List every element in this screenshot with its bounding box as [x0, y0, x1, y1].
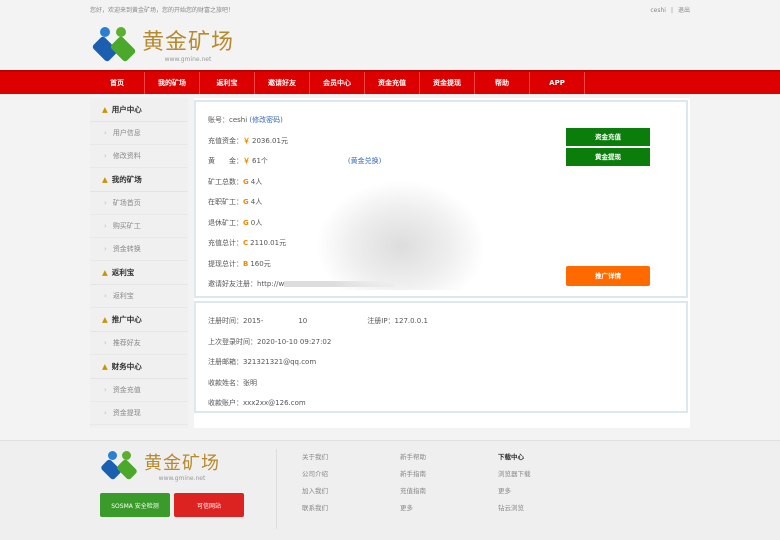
sidebar-item[interactable]: 资金转换 [90, 238, 188, 261]
security-badge[interactable]: SOSMA 安全检测 [100, 493, 170, 517]
footer-link[interactable]: 联系我们 [302, 502, 328, 519]
nav-invite[interactable]: 邀请好友 [255, 72, 310, 94]
promo-details-button[interactable]: 推广详情 [566, 266, 650, 286]
footer-link[interactable]: 公司介绍 [302, 468, 328, 485]
footer-link[interactable]: 浏览器下载 [498, 468, 531, 485]
logo-icon [91, 25, 138, 63]
sidebar-item[interactable]: 修改资料 [90, 145, 188, 168]
email: 321321321@qq.com [243, 358, 317, 366]
nav-home[interactable]: 首页 [90, 72, 145, 94]
main-nav: 首页 我的矿场 返利宝 邀请好友 会员中心 资金充值 资金提现 帮助 APP [0, 70, 780, 94]
logout-link[interactable]: 退出 [678, 7, 690, 14]
bell-icon: ▲ [102, 315, 108, 324]
bell-icon: ▲ [102, 268, 108, 277]
payee-name: 张明 [243, 378, 257, 387]
bell-icon: ▲ [102, 175, 108, 184]
nav-my-mine[interactable]: 我的矿场 [145, 72, 200, 94]
sidebar-item[interactable]: 返利宝 [90, 285, 188, 308]
footer-link[interactable]: 新手帮助 [400, 451, 426, 468]
sidebar-item[interactable]: 推荐好友 [90, 332, 188, 355]
nav-withdraw[interactable]: 资金提现 [420, 72, 475, 94]
footer-link[interactable]: 加入我们 [302, 485, 328, 502]
sidebar: ▲用户中心 用户信息 修改资料 ▲我的矿场 矿场首页 购买矿工 资金转换 ▲返利… [90, 98, 188, 428]
sidebar-section-mine: ▲ 我的矿场 [90, 168, 188, 192]
trusted-site-badge[interactable]: 可信网站 [174, 493, 244, 517]
sidebar-section-user: ▲ 用户中心 [90, 98, 188, 122]
bell-icon: ▲ [102, 362, 108, 371]
last-login: 2020-10-10 09:27:02 [257, 337, 332, 346]
footer-link[interactable]: 关于我们 [302, 451, 328, 468]
payee-account: xxx2xx@126.com [243, 399, 306, 407]
nav-member[interactable]: 会员中心 [310, 72, 365, 94]
logo-name: 黄金矿场 [142, 30, 235, 55]
footer-link[interactable]: 钻云浏览 [498, 502, 531, 519]
welcome-text: 您好，欢迎来到黄金矿场，您的开始您的财富之旅吧！ [90, 6, 235, 14]
nav-help[interactable]: 帮助 [475, 72, 530, 94]
separator: | [670, 6, 673, 14]
sidebar-section-rebate: ▲ 返利宝 [90, 261, 188, 285]
nav-rebate[interactable]: 返利宝 [200, 72, 255, 94]
top-bar: 您好，欢迎来到黄金矿场，您的开始您的财富之旅吧！ ceshi | 退出 [0, 0, 780, 18]
sidebar-item[interactable]: 购买矿工 [90, 215, 188, 238]
main-content: 账号：ceshi (修改密码) 充值资金：￥ 2036.01元 黄 金：￥ 61个(… [194, 98, 690, 428]
change-password-link[interactable]: (修改密码) [249, 116, 282, 124]
bell-icon: ▲ [102, 105, 108, 114]
footer-link[interactable]: 新手指南 [400, 468, 426, 485]
sidebar-item[interactable]: 资金提现 [90, 402, 188, 425]
logo-url: www.gmine.net [164, 56, 212, 63]
footer-link[interactable]: 充值指南 [400, 485, 426, 502]
footer-link[interactable]: 更多 [498, 485, 531, 502]
username-link[interactable]: ceshi [650, 7, 666, 14]
sidebar-section-finance: ▲ 财务中心 [90, 355, 188, 379]
footer-link[interactable]: 更多 [400, 502, 426, 519]
sidebar-section-promo: ▲ 推广中心 [90, 308, 188, 332]
gold-withdraw-button[interactable]: 黄金提现 [566, 148, 650, 166]
footer: 黄金矿场 www.gmine.net SOSMA 安全检测 可信网站 关于我们 公司… [0, 440, 780, 540]
gold-exchange-link[interactable]: (黄金兑换) [348, 157, 381, 165]
sidebar-item[interactable]: 资金充值 [90, 379, 188, 402]
reg-ip: 127.0.0.1 [394, 317, 428, 325]
site-logo[interactable]: 黄金矿场 www.gmine.net [91, 24, 235, 63]
registration-info: 注册时间：2015- 10 注册IP：127.0.0.1 上次登录时间：2020-… [194, 301, 688, 413]
footer-logo: 黄金矿场 www.gmine.net [100, 449, 220, 482]
logo-icon [100, 450, 140, 481]
nav-app[interactable]: APP [530, 72, 585, 94]
blurred-overlay [316, 180, 486, 290]
footer-heading: 下载中心 [498, 453, 524, 461]
sidebar-item[interactable]: 矿场首页 [90, 192, 188, 215]
recharge-button[interactable]: 资金充值 [566, 128, 650, 146]
header: 黄金矿场 www.gmine.net [0, 18, 780, 70]
nav-recharge[interactable]: 资金充值 [365, 72, 420, 94]
account-summary: 账号：ceshi (修改密码) 充值资金：￥ 2036.01元 黄 金：￥ 61个(… [194, 100, 688, 298]
reg-time: 2015- 10 [243, 317, 308, 325]
invite-url[interactable]: http://w [257, 280, 284, 288]
sidebar-item[interactable]: 用户信息 [90, 122, 188, 145]
